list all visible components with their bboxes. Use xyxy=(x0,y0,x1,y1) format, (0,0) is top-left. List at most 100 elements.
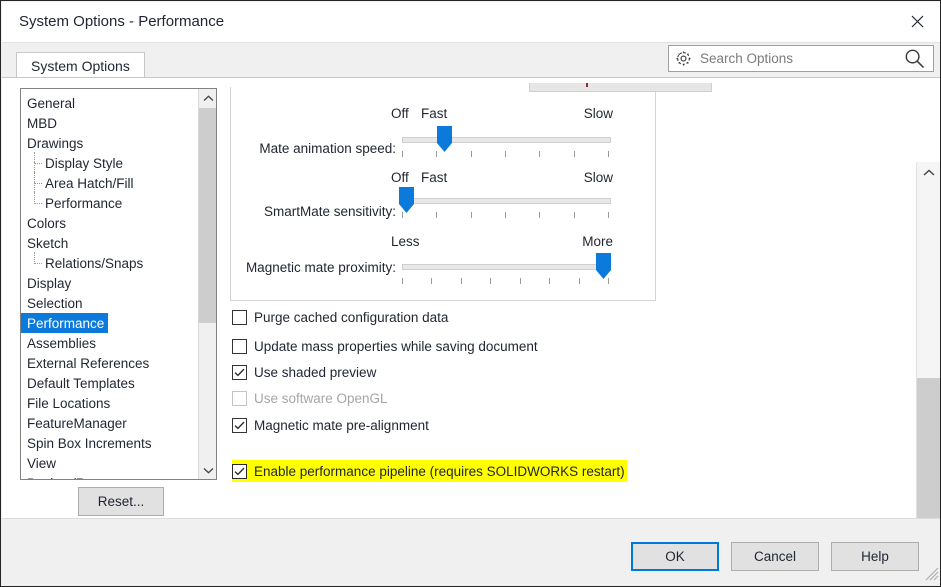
slider-tick xyxy=(520,278,521,284)
close-button[interactable] xyxy=(894,2,940,41)
sidebar-item-label: Default Templates xyxy=(27,375,135,391)
checkbox-label: Use software OpenGL xyxy=(254,390,388,406)
reset-button[interactable]: Reset... xyxy=(78,487,164,516)
slider-tick xyxy=(436,212,437,218)
search-icon[interactable] xyxy=(904,48,925,69)
sidebar-item-external-references[interactable]: External References xyxy=(21,353,199,373)
slider-thumb[interactable] xyxy=(595,252,612,280)
tab-label: System Options xyxy=(31,58,130,74)
sidebar-item-default-templates[interactable]: Default Templates xyxy=(21,373,199,393)
options-content: Off Fast Slow Mate animation speed: Off Fast S… xyxy=(228,78,914,519)
sidebar-item-assemblies[interactable]: Assemblies xyxy=(21,333,199,353)
slider-thumb[interactable] xyxy=(436,125,453,153)
sidebar-item-sketch[interactable]: Sketch xyxy=(21,233,199,253)
clipped-slider-track[interactable] xyxy=(529,83,712,92)
sidebar-item-backup-recover[interactable]: Backup/Recover xyxy=(21,473,199,480)
checkbox-row[interactable]: Purge cached configuration data xyxy=(232,306,448,328)
slider-tick xyxy=(539,151,540,157)
check-icon xyxy=(234,421,245,429)
check-icon xyxy=(234,368,245,376)
content-scrollbar[interactable] xyxy=(916,162,940,555)
scroll-up-button[interactable] xyxy=(199,89,216,107)
sidebar-item-drawings[interactable]: Drawings xyxy=(21,133,199,153)
sidebar-item-display-style[interactable]: Display Style xyxy=(21,152,199,174)
checkbox-row[interactable]: Use shaded preview xyxy=(232,361,376,383)
sidebar-item-mbd[interactable]: MBD xyxy=(21,113,199,133)
slider-track[interactable] xyxy=(402,198,611,204)
sidebar-item-label: Sketch xyxy=(27,235,69,251)
tab-system-options[interactable]: System Options xyxy=(16,52,145,79)
checkbox-label: Purge cached configuration data xyxy=(254,309,449,325)
slider-tick xyxy=(505,212,506,218)
checkbox-row[interactable]: Magnetic mate pre-alignment xyxy=(232,414,429,436)
sidebar-item-performance[interactable]: Performance xyxy=(21,313,109,333)
category-scroll-thumb[interactable] xyxy=(199,108,216,323)
sidebar-item-area-hatch-fill[interactable]: Area Hatch/Fill xyxy=(21,172,199,194)
sidebar-item-label: Backup/Recover xyxy=(27,476,126,480)
dialog-footer: OK Cancel Help xyxy=(2,518,940,586)
sidebar-item-label: Display xyxy=(27,275,72,291)
content-scroll-up-button[interactable] xyxy=(917,162,940,184)
slider-tick xyxy=(539,212,540,218)
sidebar-item-label: External References xyxy=(27,355,150,371)
slider-tick xyxy=(574,151,575,157)
category-items: General MBD Drawings Display Style Area Hatc… xyxy=(21,89,199,480)
sidebar-item-label: Colors xyxy=(27,215,67,231)
checkbox-checked-icon[interactable] xyxy=(232,364,247,380)
search-box[interactable] xyxy=(668,45,934,72)
slider-right-caption: Slow xyxy=(583,170,613,185)
checkbox-label: Magnetic mate pre-alignment xyxy=(254,417,429,433)
chevron-down-icon xyxy=(203,461,214,479)
slider-thumb-icon xyxy=(596,253,611,279)
checkbox-row[interactable]: Update mass properties while saving docu… xyxy=(232,335,538,357)
checkbox-row[interactable]: Enable performance pipeline (requires SO… xyxy=(232,460,627,482)
sidebar-item-file-locations[interactable]: File Locations xyxy=(21,393,199,413)
scroll-down-button[interactable] xyxy=(199,461,216,479)
sidebar-item-selection[interactable]: Selection xyxy=(21,293,199,313)
system-options-dialog: System Options - Performance System Opti… xyxy=(0,0,941,587)
sidebar-item-featuremanager[interactable]: FeatureManager xyxy=(21,413,199,433)
sidebar-item-display[interactable]: Display xyxy=(21,273,199,293)
slider-thumb[interactable] xyxy=(398,186,415,214)
slider-tick xyxy=(490,278,491,284)
slider-track[interactable] xyxy=(402,137,611,143)
sidebar-item-label: FeatureManager xyxy=(27,415,127,431)
content-scroll-thumb[interactable] xyxy=(917,378,940,530)
sidebar-item-label: Relations/Snaps xyxy=(45,255,144,271)
checkbox-unchecked-icon[interactable] xyxy=(232,338,247,354)
slider-tick xyxy=(431,278,432,284)
gear-icon[interactable] xyxy=(675,50,692,67)
check-icon xyxy=(234,467,245,475)
slider-left-caption: Less xyxy=(391,234,420,249)
checkbox-unchecked-icon[interactable] xyxy=(232,309,247,325)
resize-grip[interactable] xyxy=(925,567,939,586)
sidebar-item-label: Spin Box Increments xyxy=(27,435,152,451)
slider-mid-caption: Fast xyxy=(421,170,448,185)
chevron-up-icon xyxy=(203,89,214,107)
slider-thumb-icon xyxy=(399,187,414,213)
close-icon xyxy=(911,15,924,28)
sidebar-item-performance[interactable]: Performance xyxy=(21,192,199,213)
sidebar-item-label: Assemblies xyxy=(27,335,97,351)
sidebar-item-colors[interactable]: Colors xyxy=(21,213,199,233)
checkbox-label: Use shaded preview xyxy=(254,364,377,380)
sidebar-item-label: Selection xyxy=(27,295,83,311)
slider-tick xyxy=(579,278,580,284)
main-panel: General MBD Drawings Display Style Area Hatc… xyxy=(2,77,940,555)
sidebar-item-label: Performance xyxy=(27,315,105,331)
category-scrollbar[interactable] xyxy=(198,89,216,479)
sidebar-item-relations-snaps[interactable]: Relations/Snaps xyxy=(21,252,199,273)
sidebar-item-general[interactable]: General xyxy=(21,93,199,113)
help-button[interactable]: Help xyxy=(831,542,919,571)
slider-label: Magnetic mate proximity: xyxy=(245,260,396,275)
category-list[interactable]: General MBD Drawings Display Style Area Hatc… xyxy=(20,88,217,480)
checkbox-checked-icon[interactable] xyxy=(232,463,247,479)
sidebar-item-spin-box-increments[interactable]: Spin Box Increments xyxy=(21,433,199,453)
ok-button[interactable]: OK xyxy=(631,542,719,571)
search-input[interactable] xyxy=(692,50,904,67)
slider-track[interactable] xyxy=(402,264,611,270)
slider-tick xyxy=(608,212,609,218)
cancel-button[interactable]: Cancel xyxy=(731,542,819,571)
sidebar-item-view[interactable]: View xyxy=(21,453,199,473)
checkbox-checked-icon[interactable] xyxy=(232,417,247,433)
